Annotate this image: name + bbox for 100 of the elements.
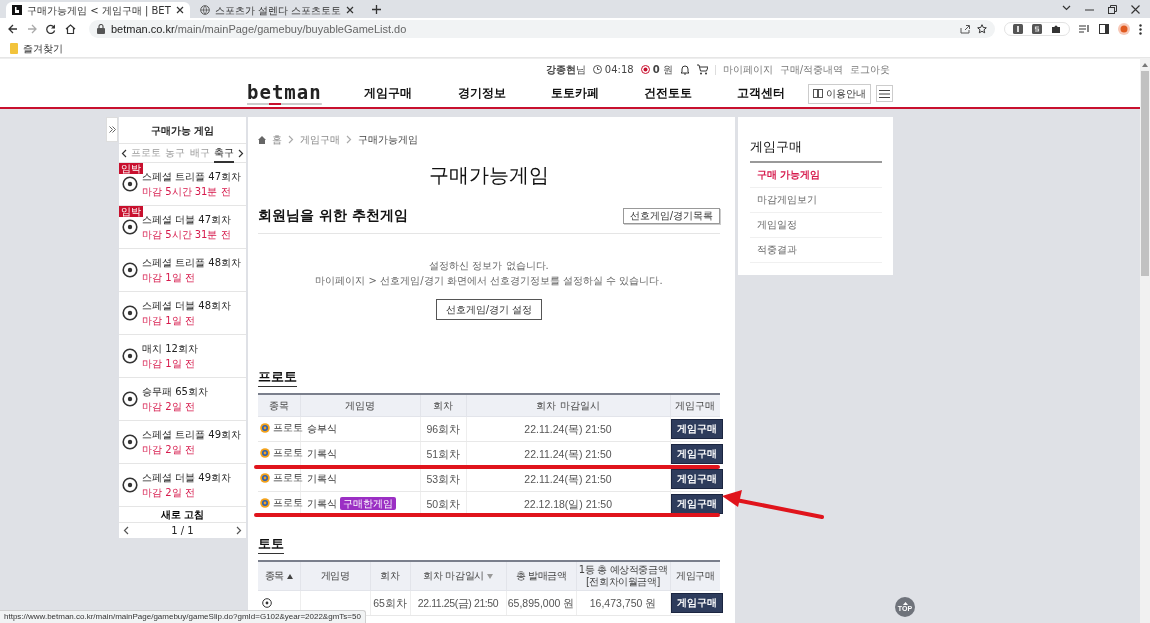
chevron-down-icon[interactable]: [1062, 4, 1071, 11]
game-name: 기록식: [306, 448, 337, 459]
header-link[interactable]: 로그아웃: [850, 62, 890, 77]
nav-item[interactable]: 고객센터: [737, 85, 786, 102]
caret-up-icon: [902, 601, 908, 605]
column-header: 회차 마감일시: [466, 394, 670, 417]
game-item[interactable]: 매치 12회차 마감 1일 전: [119, 335, 246, 378]
breadcrumb-link[interactable]: 홈: [272, 133, 282, 146]
game-item[interactable]: 스페셜 트리플 49회차 마감 2일 전: [119, 421, 246, 464]
share-icon[interactable]: [960, 24, 971, 34]
buy-button[interactable]: 게임구매: [670, 469, 723, 489]
reload-icon[interactable]: [46, 24, 56, 34]
header-link[interactable]: 마이페이지: [722, 62, 773, 77]
home-icon[interactable]: [65, 24, 76, 34]
soccer-ball-icon: [122, 262, 138, 278]
scrollbar-thumb[interactable]: [1141, 71, 1149, 276]
lock-icon: [97, 24, 105, 34]
panel-title: 구매가능 게임: [119, 117, 246, 144]
deadline-cell: 22.11.24(목) 21:50: [466, 416, 670, 442]
close-icon[interactable]: [1131, 4, 1140, 14]
bell-icon[interactable]: [679, 64, 690, 75]
round-cell: 65회차: [370, 590, 410, 616]
restore-icon[interactable]: [1108, 4, 1117, 14]
column-header: 게임명: [320, 570, 350, 581]
header-link[interactable]: 구매/적중내역: [779, 62, 843, 77]
amount-cell: 16,473,750 원: [576, 590, 670, 616]
menu-item[interactable]: 마감게임보기: [750, 188, 882, 213]
page-title: 구매가능게임: [428, 162, 550, 188]
soccer-ball-icon: [122, 434, 138, 450]
menu-button[interactable]: [876, 85, 893, 102]
column-header: 게임명: [300, 394, 420, 417]
side-panel-icon[interactable]: [1099, 24, 1109, 34]
buy-button[interactable]: 게임구매: [670, 444, 723, 464]
buy-button[interactable]: 게임구매: [670, 419, 723, 439]
browser-tab[interactable]: 구매가능게임 < 게임구매 | BET: [6, 2, 190, 18]
info-message: 마이페이지 > 선호게임/경기 화면에서 선호경기정보를 설정하실 수 있습니다.: [314, 274, 664, 288]
soccer-ball-icon: [122, 219, 138, 235]
avatar-icon[interactable]: [1118, 23, 1130, 35]
chevron-right-icon[interactable]: [237, 148, 244, 158]
cart-icon[interactable]: [696, 64, 708, 75]
close-icon[interactable]: [175, 6, 184, 14]
book-icon: [813, 89, 823, 98]
nav-item[interactable]: 경기정보: [457, 85, 506, 102]
chevron-left-icon[interactable]: [123, 526, 129, 535]
game-item[interactable]: 스페셜 트리플 48회차 마감 1일 전: [119, 249, 246, 292]
sport-tab[interactable]: 축구: [213, 143, 234, 163]
logo[interactable]: betman: [247, 82, 322, 105]
favicon-icon: [12, 5, 22, 15]
breadcrumb-link[interactable]: 구매가능게임: [358, 133, 418, 146]
column-header: 게임구매: [676, 570, 715, 581]
extension-icon[interactable]: [1032, 24, 1042, 34]
column-header: 회차 마감일시: [423, 570, 493, 581]
buy-button[interactable]: 게임구매: [670, 494, 723, 514]
back-icon[interactable]: [8, 24, 18, 34]
panel-toggle[interactable]: [106, 117, 118, 142]
sport-label: 프로토: [260, 496, 303, 510]
favorites-list-button[interactable]: 선호게임/경기목록: [622, 208, 720, 224]
guide-button[interactable]: 이용안내: [808, 83, 871, 104]
star-icon[interactable]: [977, 24, 987, 34]
more-icon[interactable]: [1139, 23, 1142, 35]
folder-icon: [10, 43, 18, 54]
chevron-left-icon[interactable]: [121, 148, 127, 158]
close-icon[interactable]: [346, 6, 355, 14]
game-name: 승부식: [306, 423, 337, 434]
column-header: 1등 총 예상적중금액 [전회차이월금액]: [578, 564, 668, 587]
menu-item[interactable]: 게임일정: [750, 213, 882, 238]
game-name: 기록식: [306, 473, 337, 484]
game-name: 기록식: [306, 498, 337, 509]
bookmark[interactable]: 즐겨찾기: [10, 41, 63, 56]
nav-item[interactable]: 토토카페: [550, 85, 599, 102]
nav-item[interactable]: 건전토토: [644, 85, 693, 102]
menu-item[interactable]: 적중결과: [750, 238, 882, 263]
game-item[interactable]: 승무패 65회차 마감 2일 전: [119, 378, 246, 421]
nav-item[interactable]: 게임구매: [364, 85, 413, 102]
soccer-ball-icon: [122, 391, 138, 407]
purchased-badge: 구매한게임: [339, 497, 396, 510]
menu-item[interactable]: 구매 가능게임: [750, 163, 882, 188]
game-item[interactable]: 스페셜 더블 48회차 마감 1일 전: [119, 292, 246, 335]
column-header: 종목: [258, 394, 300, 417]
target-icon: [260, 473, 270, 483]
page-indicator: 1 / 1: [171, 524, 194, 537]
chevron-right-icon[interactable]: [236, 526, 242, 535]
sort-ascending-icon[interactable]: [286, 573, 293, 579]
sales-cell: 65,895,000 원: [506, 590, 576, 616]
column-header: 종목: [264, 570, 293, 581]
game-item[interactable]: 스페셜 트리플 47회차 마감 5시간 31분 전 임박: [119, 163, 246, 206]
urgent-badge: 임박: [119, 206, 143, 217]
breadcrumb-link[interactable]: 게임구매: [300, 133, 340, 146]
media-icon[interactable]: [1079, 24, 1090, 34]
new-tab-icon[interactable]: [372, 5, 382, 14]
target-icon: [260, 448, 270, 458]
game-item[interactable]: 스페셜 더블 47회차 마감 5시간 31분 전 임박: [119, 206, 246, 249]
favorites-setup-button[interactable]: 선호게임/경기 설정: [435, 299, 543, 320]
target-icon: [260, 498, 270, 508]
buy-button[interactable]: 게임구매: [670, 593, 723, 613]
section-title: 프로토: [258, 368, 297, 387]
column-header: 회차: [420, 394, 466, 417]
browser-tab[interactable]: 스포츠가 설렌다 스포츠토토: [193, 2, 361, 18]
scroll-up-icon[interactable]: [1142, 63, 1148, 67]
extension-icon[interactable]: [1013, 24, 1023, 34]
